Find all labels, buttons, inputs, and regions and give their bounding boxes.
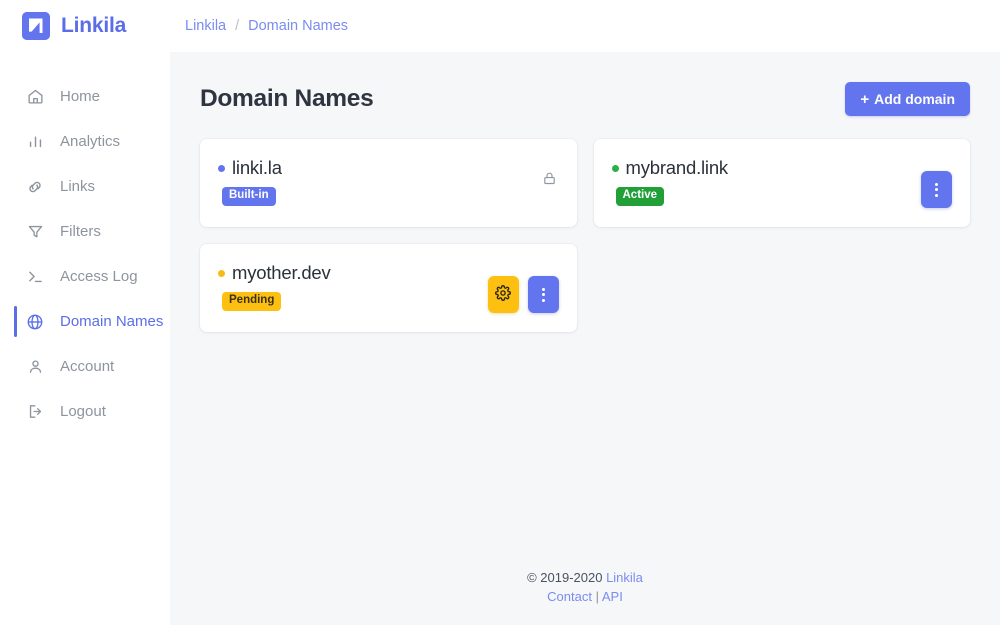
bar-chart-icon <box>26 133 44 151</box>
breadcrumb-separator: / <box>235 18 239 34</box>
vertical-dots-icon <box>542 288 545 302</box>
status-dot-icon <box>218 270 225 277</box>
main-area: Linkila / Domain Names Domain Names + Ad… <box>170 0 1000 625</box>
footer-links-row: Contact | API <box>170 588 1000 607</box>
status-badge: Pending <box>222 292 281 311</box>
breadcrumb: Linkila / Domain Names <box>185 18 348 34</box>
domain-cards-grid: linki.la Built-in <box>200 139 970 332</box>
link-icon <box>26 178 44 196</box>
domain-title-row: myother.dev <box>218 262 331 284</box>
domain-card[interactable]: mybrand.link Active <box>594 139 971 227</box>
terminal-icon <box>26 268 44 286</box>
logout-icon <box>26 403 44 421</box>
domain-card-info: mybrand.link Active <box>612 155 728 206</box>
status-badge: Built-in <box>222 187 276 206</box>
vertical-dots-icon <box>935 183 938 197</box>
globe-icon <box>26 313 44 331</box>
sidebar-item-label: Analytics <box>60 133 120 150</box>
sidebar-item-label: Logout <box>60 403 106 420</box>
sidebar-item-label: Access Log <box>60 268 138 285</box>
footer-contact-link[interactable]: Contact <box>547 589 592 604</box>
domain-name: mybrand.link <box>626 157 728 179</box>
footer-copyright-row: © 2019-2020 Linkila <box>170 569 1000 588</box>
sidebar-item-access-log[interactable]: Access Log <box>0 254 170 299</box>
add-domain-button[interactable]: + Add domain <box>845 82 970 116</box>
gear-icon <box>495 285 511 304</box>
domain-card-info: linki.la Built-in <box>218 155 282 206</box>
sidebar-item-label: Home <box>60 88 100 105</box>
sidebar-item-domain-names[interactable]: Domain Names <box>0 299 170 344</box>
page-title: Domain Names <box>200 85 373 113</box>
content-area: Domain Names + Add domain linki.la Built… <box>170 52 1000 555</box>
domain-card-info: myother.dev Pending <box>218 260 331 311</box>
footer-copyright: © 2019-2020 <box>527 570 602 585</box>
footer-separator: | <box>596 589 599 604</box>
sidebar-item-label: Filters <box>60 223 101 240</box>
app-root: Linkila Home <box>0 0 1000 625</box>
lock-icon <box>542 155 559 186</box>
status-dot-icon <box>612 165 619 172</box>
domain-menu-button[interactable] <box>921 171 952 208</box>
domain-title-row: linki.la <box>218 157 282 179</box>
sidebar-nav: Home Analytics <box>0 74 170 434</box>
sidebar-item-logout[interactable]: Logout <box>0 389 170 434</box>
domain-card[interactable]: myother.dev Pending <box>200 244 577 332</box>
sidebar-item-account[interactable]: Account <box>0 344 170 389</box>
sidebar-item-label: Links <box>60 178 95 195</box>
sidebar-item-label: Domain Names <box>60 313 163 330</box>
domain-card[interactable]: linki.la Built-in <box>200 139 577 227</box>
footer: © 2019-2020 Linkila Contact | API <box>170 555 1000 625</box>
footer-api-link[interactable]: API <box>602 589 623 604</box>
sidebar-item-filters[interactable]: Filters <box>0 209 170 254</box>
topbar: Linkila / Domain Names <box>170 0 1000 52</box>
plus-icon: + <box>860 92 869 107</box>
domain-card-actions <box>488 260 559 313</box>
user-icon <box>26 358 44 376</box>
filter-icon <box>26 223 44 241</box>
home-icon <box>26 88 44 106</box>
linkila-logo-icon <box>22 12 50 40</box>
footer-brand-link[interactable]: Linkila <box>606 570 643 585</box>
domain-settings-button[interactable] <box>488 276 519 313</box>
domain-name: linki.la <box>232 157 282 179</box>
brand-name: Linkila <box>61 14 126 38</box>
sidebar-item-analytics[interactable]: Analytics <box>0 119 170 164</box>
breadcrumb-root[interactable]: Linkila <box>185 18 226 34</box>
status-badge: Active <box>616 187 665 206</box>
status-dot-icon <box>218 165 225 172</box>
breadcrumb-current[interactable]: Domain Names <box>248 18 348 34</box>
domain-menu-button[interactable] <box>528 276 559 313</box>
brand-logo[interactable]: Linkila <box>0 0 170 52</box>
domain-name: myother.dev <box>232 262 331 284</box>
add-domain-label: Add domain <box>874 91 955 107</box>
domain-title-row: mybrand.link <box>612 157 728 179</box>
page-header: Domain Names + Add domain <box>200 82 970 116</box>
sidebar-item-label: Account <box>60 358 114 375</box>
sidebar-item-home[interactable]: Home <box>0 74 170 119</box>
domain-card-actions <box>921 155 952 208</box>
sidebar-item-links[interactable]: Links <box>0 164 170 209</box>
sidebar: Linkila Home <box>0 0 170 625</box>
